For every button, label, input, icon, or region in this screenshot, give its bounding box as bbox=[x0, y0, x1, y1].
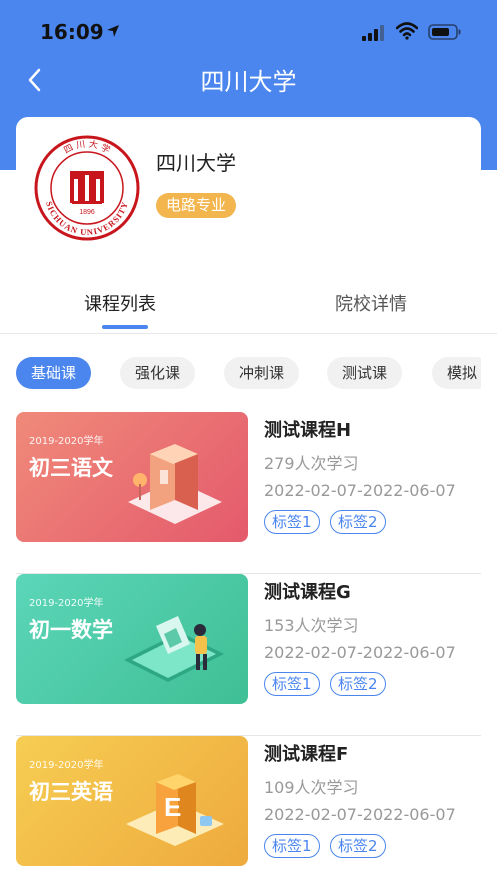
thumb-subject: 初一数学 bbox=[29, 618, 113, 642]
thumb-year: 2019-2020学年 bbox=[29, 598, 104, 609]
svg-text:E: E bbox=[164, 792, 181, 822]
thumb-subject: 初三语文 bbox=[29, 456, 113, 480]
thumb-year: 2019-2020学年 bbox=[29, 760, 104, 771]
major-badge: 电路专业 bbox=[156, 193, 237, 218]
course-title: 测试课程G bbox=[264, 582, 351, 603]
course-tag: 标签2 bbox=[330, 672, 386, 696]
course-tag: 标签1 bbox=[264, 834, 320, 858]
university-logo: SICHUAN UNIVERSITY 四 川 大 学 1896 bbox=[34, 135, 140, 241]
course-learners: 109人次学习 bbox=[264, 778, 359, 797]
letter-e-illustration-icon: E bbox=[126, 774, 224, 846]
course-thumbnail[interactable]: 2019-2020学年 初三语文 bbox=[16, 412, 248, 542]
course-dates: 2022-02-07-2022-06-07 bbox=[264, 643, 456, 662]
course-tag: 标签2 bbox=[330, 510, 386, 534]
university-card: SICHUAN UNIVERSITY 四 川 大 学 1896 四川大学 电路专… bbox=[16, 117, 481, 256]
svg-text:1896: 1896 bbox=[79, 209, 95, 216]
books-illustration-icon bbox=[128, 444, 222, 524]
status-bar: 16:09 bbox=[0, 0, 497, 60]
cellular-signal-icon bbox=[362, 25, 384, 41]
battery-icon bbox=[428, 24, 461, 40]
page-title: 四川大学 bbox=[200, 68, 297, 96]
course-tag: 标签1 bbox=[264, 510, 320, 534]
chip-mock[interactable]: 模拟 bbox=[432, 357, 481, 389]
chip-sprint[interactable]: 冲刺课 bbox=[224, 357, 300, 389]
course-type-filter: 基础课 强化课 冲刺课 测试课 模拟 bbox=[16, 357, 481, 389]
course-title: 测试课程H bbox=[264, 420, 352, 441]
tab-course-list[interactable]: 课程列表 bbox=[84, 290, 156, 316]
wifi-icon bbox=[396, 22, 418, 40]
course-learners: 153人次学习 bbox=[264, 616, 359, 635]
course-item[interactable]: 2019-2020学年 初三语文 测试课程H 279人次学习 2022-02-0… bbox=[16, 412, 481, 574]
course-learners: 279人次学习 bbox=[264, 454, 359, 473]
course-item[interactable]: 2019-2020学年 初三英语 E 测试课程F 109人次学习 2022-02… bbox=[16, 736, 481, 883]
course-tag: 标签2 bbox=[330, 834, 386, 858]
chip-basic[interactable]: 基础课 bbox=[16, 357, 92, 389]
course-item[interactable]: 2019-2020学年 初一数学 测试课程G 153人次学习 2022-02-0… bbox=[16, 574, 481, 736]
location-arrow-icon bbox=[107, 25, 119, 37]
active-tab-indicator bbox=[102, 325, 148, 329]
course-thumbnail[interactable]: 2019-2020学年 初一数学 bbox=[16, 574, 248, 704]
university-name: 四川大学 bbox=[156, 151, 236, 175]
status-time: 16:09 bbox=[40, 20, 104, 44]
course-tag: 标签1 bbox=[264, 672, 320, 696]
course-dates: 2022-02-07-2022-06-07 bbox=[264, 805, 456, 824]
chip-test[interactable]: 测试课 bbox=[327, 357, 403, 389]
tab-school-details[interactable]: 院校详情 bbox=[335, 290, 407, 316]
chip-intensive[interactable]: 强化课 bbox=[120, 357, 196, 389]
thumb-subject: 初三英语 bbox=[29, 780, 113, 804]
phone-reading-illustration-icon bbox=[124, 616, 224, 682]
course-title: 测试课程F bbox=[264, 744, 349, 765]
thumb-year: 2019-2020学年 bbox=[29, 436, 104, 447]
tab-bar: 课程列表 院校详情 bbox=[0, 272, 497, 334]
course-thumbnail[interactable]: 2019-2020学年 初三英语 E bbox=[16, 736, 248, 866]
course-dates: 2022-02-07-2022-06-07 bbox=[264, 481, 456, 500]
